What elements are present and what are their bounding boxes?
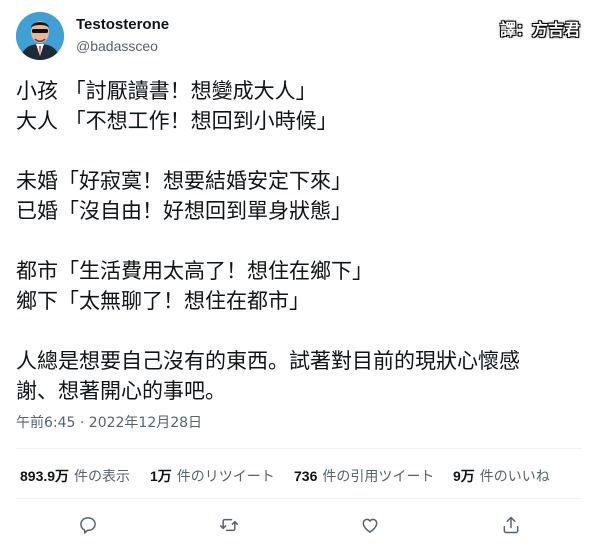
tweet-timestamp[interactable]: 午前6:45 · 2022年12月28日	[16, 412, 202, 432]
likes-count: 9万	[453, 468, 475, 484]
share-button[interactable]	[498, 512, 524, 538]
tweet-line: 謝、想著開心的事吧。	[16, 379, 226, 403]
views-stat[interactable]: 893.9万 件の表示	[20, 466, 130, 486]
translator-badge: 譯：方吉君	[499, 20, 580, 39]
tweet-line: 大人 「不想工作！想回到小時候」	[16, 109, 338, 133]
avatar-businessman-icon	[16, 12, 64, 60]
reply-button[interactable]	[75, 512, 101, 538]
retweets-stat[interactable]: 1万 件のリツイート	[150, 466, 275, 486]
divider	[16, 498, 582, 499]
quotes-label: 件の引用ツイート	[322, 469, 435, 485]
tweet-text: 小孩 「討厭讀書！想變成大人」 大人 「不想工作！想回到小時候」 未婚「好寂寞！…	[16, 76, 586, 406]
author-name[interactable]: Testosterone	[76, 16, 169, 33]
tweet-line: 鄉下「太無聊了！想住在都市」	[16, 289, 310, 313]
views-count: 893.9万	[20, 468, 70, 484]
tweet-line: 已婚「沒自由！好想回到單身狀態」	[16, 199, 352, 223]
likes-label: 件のいいね	[479, 469, 550, 485]
tweet-line: 未婚「好寂寞！想要結婚安定下來」	[16, 169, 352, 193]
tweet-line: 人總是想要自己沒有的東西。試著對目前的現狀心懷感	[16, 349, 520, 373]
tweet-card: Testosterone @badassceo 譯：方吉君 小孩 「討厭讀書！想…	[0, 0, 598, 548]
tweet-line: 小孩 「討厭讀書！想變成大人」	[16, 79, 317, 103]
tweet-line: 都市「生活費用太高了！想住在鄉下」	[16, 259, 373, 283]
likes-stat[interactable]: 9万 件のいいね	[453, 466, 550, 486]
share-icon	[503, 516, 519, 534]
retweet-icon	[219, 518, 239, 532]
divider	[16, 448, 582, 449]
reply-icon	[80, 517, 96, 534]
retweets-label: 件のリツイート	[176, 469, 275, 485]
author-handle[interactable]: @badassceo	[76, 38, 158, 54]
author-avatar[interactable]	[16, 12, 64, 60]
quotes-count: 736	[294, 468, 318, 484]
quotes-stat[interactable]: 736 件の引用ツイート	[294, 466, 434, 486]
retweet-button[interactable]	[216, 512, 242, 538]
like-icon	[362, 518, 378, 533]
retweets-count: 1万	[150, 468, 172, 484]
views-label: 件の表示	[74, 469, 131, 485]
like-button[interactable]	[357, 512, 383, 538]
tweet-actions	[0, 512, 598, 538]
